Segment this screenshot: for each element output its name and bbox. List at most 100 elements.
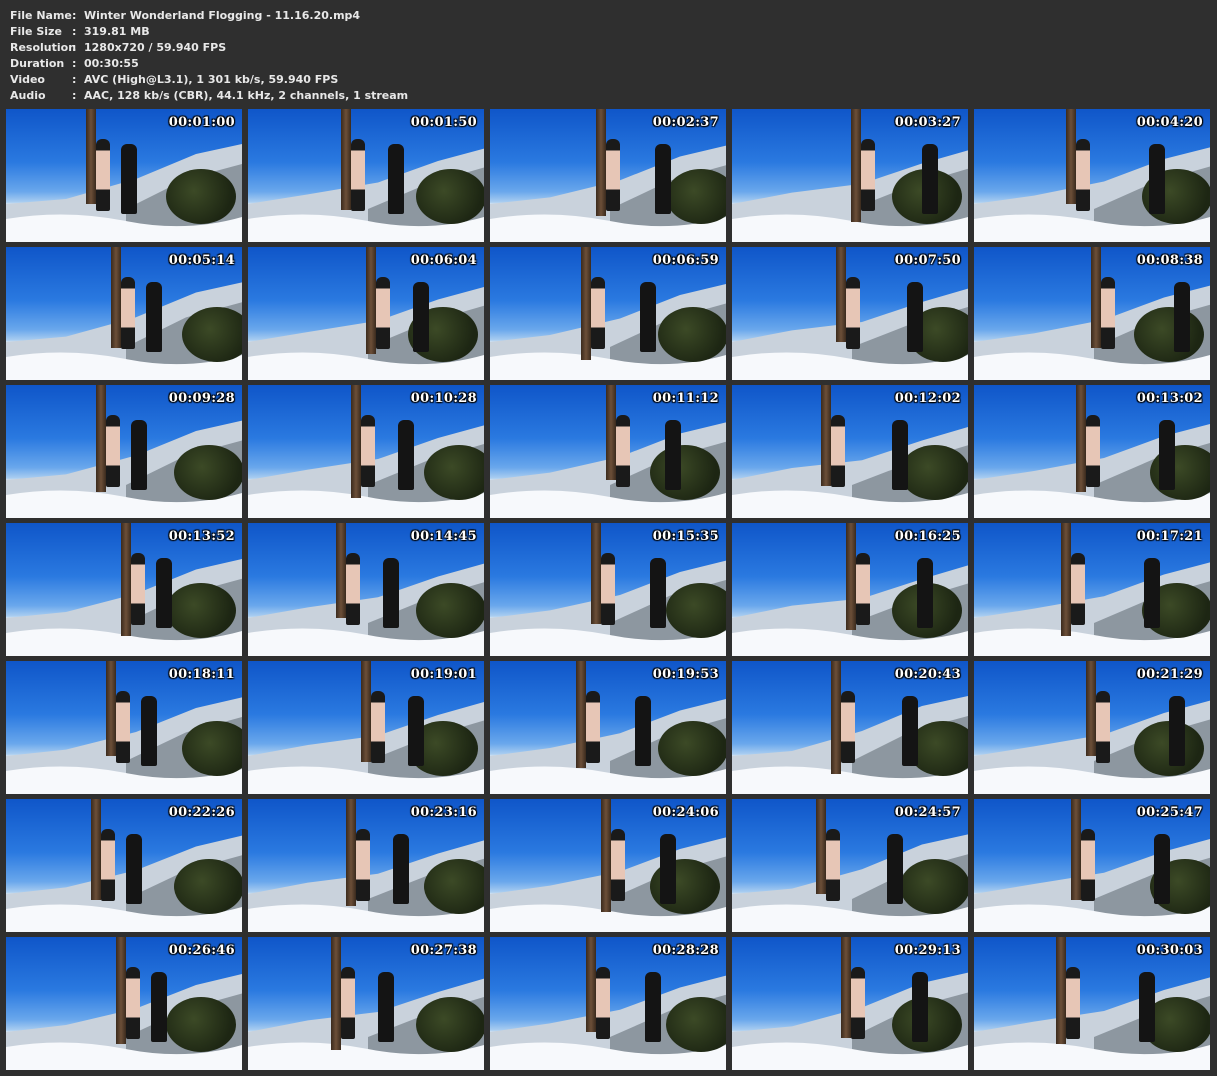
figure-shape	[156, 558, 172, 628]
video-thumbnail[interactable]: 00:19:53	[490, 661, 726, 794]
wooden-post	[346, 799, 356, 906]
video-thumbnail[interactable]: 00:28:28	[490, 937, 726, 1070]
wooden-post	[366, 247, 376, 354]
wooden-post	[91, 799, 101, 900]
info-separator: :	[72, 40, 77, 54]
video-thumbnail[interactable]: 00:14:45	[248, 523, 484, 656]
video-thumbnail[interactable]: 00:09:28	[6, 385, 242, 518]
figure-shape	[376, 277, 390, 349]
thumbnail-timestamp: 00:01:00	[168, 115, 235, 130]
thumbnail-timestamp: 00:20:43	[894, 667, 961, 682]
wooden-post	[596, 109, 606, 216]
video-thumbnail[interactable]: 00:12:02	[732, 385, 968, 518]
video-thumbnail[interactable]: 00:03:27	[732, 109, 968, 242]
figure-shape	[917, 558, 933, 628]
wooden-post	[331, 937, 341, 1050]
figure-shape	[841, 691, 855, 763]
figure-shape	[346, 553, 360, 625]
wooden-post	[111, 247, 121, 348]
figure-shape	[611, 829, 625, 901]
video-thumbnail[interactable]: 00:23:16	[248, 799, 484, 932]
video-thumbnail[interactable]: 00:11:12	[490, 385, 726, 518]
thumbnail-timestamp: 00:03:27	[894, 115, 961, 130]
figure-shape	[1139, 972, 1155, 1042]
thumbnail-timestamp: 00:30:03	[1136, 943, 1203, 958]
video-thumbnail[interactable]: 00:17:21	[974, 523, 1210, 656]
video-thumbnail[interactable]: 00:24:06	[490, 799, 726, 932]
figure-shape	[635, 696, 651, 766]
video-thumbnail[interactable]: 00:15:35	[490, 523, 726, 656]
figure-shape	[116, 691, 130, 763]
video-thumbnail[interactable]: 00:21:29	[974, 661, 1210, 794]
figure-shape	[96, 139, 110, 211]
wooden-post	[1066, 109, 1076, 204]
info-separator: :	[72, 24, 77, 38]
figure-shape	[361, 415, 375, 487]
video-thumbnail[interactable]: 00:07:50	[732, 247, 968, 380]
figure-shape	[1066, 967, 1080, 1039]
wooden-post	[106, 661, 116, 756]
video-thumbnail[interactable]: 00:24:57	[732, 799, 968, 932]
video-thumbnail[interactable]: 00:02:37	[490, 109, 726, 242]
video-thumbnail[interactable]: 00:10:28	[248, 385, 484, 518]
video-thumbnail[interactable]: 00:06:59	[490, 247, 726, 380]
figure-shape	[341, 967, 355, 1039]
video-thumbnail[interactable]: 00:20:43	[732, 661, 968, 794]
wooden-post	[341, 109, 351, 210]
figure-shape	[101, 829, 115, 901]
video-thumbnail[interactable]: 00:30:03	[974, 937, 1210, 1070]
figure-shape	[413, 282, 429, 352]
thumbnail-timestamp: 00:08:38	[1136, 253, 1203, 268]
video-thumbnail[interactable]: 00:05:14	[6, 247, 242, 380]
video-thumbnail[interactable]: 00:27:38	[248, 937, 484, 1070]
bush-shape	[174, 445, 242, 500]
figure-shape	[907, 282, 923, 352]
wooden-post	[1086, 661, 1096, 756]
figure-shape	[1149, 144, 1165, 214]
video-thumbnail[interactable]: 00:06:04	[248, 247, 484, 380]
wooden-post	[576, 661, 586, 768]
wooden-post	[831, 661, 841, 774]
thumbnail-timestamp: 00:22:26	[168, 805, 235, 820]
figure-shape	[601, 553, 615, 625]
video-thumbnail[interactable]: 00:26:46	[6, 937, 242, 1070]
video-thumbnail[interactable]: 00:01:00	[6, 109, 242, 242]
video-thumbnail[interactable]: 00:18:11	[6, 661, 242, 794]
figure-shape	[131, 420, 147, 490]
bush-shape	[900, 445, 968, 500]
video-thumbnail[interactable]: 00:01:50	[248, 109, 484, 242]
figure-shape	[151, 972, 167, 1042]
video-thumbnail[interactable]: 00:19:01	[248, 661, 484, 794]
info-row: Video: AVC (High@L3.1), 1 301 kb/s, 59.94…	[10, 71, 610, 87]
wooden-post	[121, 523, 131, 636]
wooden-post	[361, 661, 371, 762]
wooden-post	[96, 385, 106, 492]
figure-shape	[596, 967, 610, 1039]
video-thumbnail[interactable]: 00:25:47	[974, 799, 1210, 932]
thumbnail-timestamp: 00:10:28	[410, 391, 477, 406]
video-thumbnail[interactable]: 00:16:25	[732, 523, 968, 656]
wooden-post	[836, 247, 846, 342]
wooden-post	[116, 937, 126, 1044]
figure-shape	[356, 829, 370, 901]
wooden-post	[851, 109, 861, 222]
figure-shape	[121, 277, 135, 349]
file-info-panel: File Name: Winter Wonderland Flogging - 1…	[10, 7, 610, 103]
figure-shape	[126, 967, 140, 1039]
thumbnail-timestamp: 00:13:02	[1136, 391, 1203, 406]
figure-shape	[902, 696, 918, 766]
figure-shape	[398, 420, 414, 490]
info-separator: :	[72, 8, 77, 22]
video-thumbnail[interactable]: 00:04:20	[974, 109, 1210, 242]
figure-shape	[892, 420, 908, 490]
video-thumbnail[interactable]: 00:13:02	[974, 385, 1210, 518]
figure-shape	[591, 277, 605, 349]
video-thumbnail[interactable]: 00:22:26	[6, 799, 242, 932]
figure-shape	[1081, 829, 1095, 901]
video-thumbnail[interactable]: 00:29:13	[732, 937, 968, 1070]
info-value: 00:30:55	[84, 56, 139, 70]
figure-shape	[665, 420, 681, 490]
video-thumbnail[interactable]: 00:13:52	[6, 523, 242, 656]
info-label: File Name	[10, 8, 72, 22]
video-thumbnail[interactable]: 00:08:38	[974, 247, 1210, 380]
